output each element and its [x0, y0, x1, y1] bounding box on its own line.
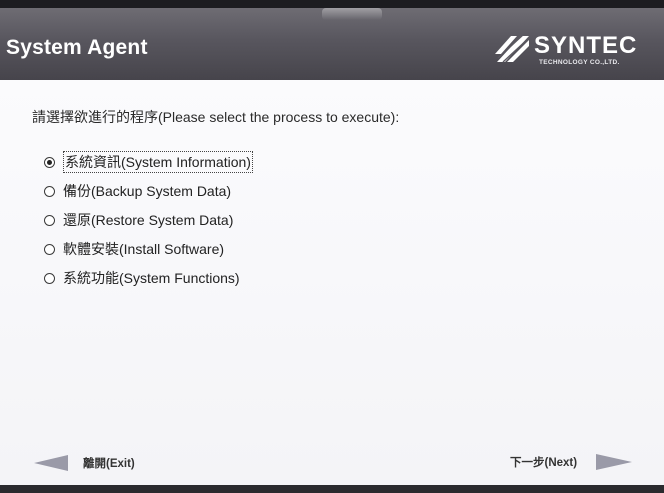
option-restore-system-data[interactable]: 還原(Restore System Data) [44, 212, 253, 228]
logo-wordmark: SYNTEC [534, 32, 638, 59]
radio-button[interactable] [44, 185, 55, 197]
title-bar: System Agent SYNTEC TECHNOLOGY CO.,LTD. [0, 8, 664, 80]
process-options: 系統資訊(System Information) 備份(Backup Syste… [44, 151, 253, 299]
option-system-functions[interactable]: 系統功能(System Functions) [44, 270, 253, 286]
main-panel: 請選擇欲進行的程序(Please select the process to e… [0, 80, 664, 485]
option-label: 還原(Restore System Data) [63, 212, 234, 228]
radio-button[interactable] [44, 214, 55, 226]
monitor-bezel: System Agent SYNTEC TECHNOLOGY CO.,LTD. … [0, 0, 664, 493]
arrow-right-icon [596, 454, 633, 470]
radio-button[interactable] [44, 243, 55, 255]
option-system-information[interactable]: 系統資訊(System Information) [44, 151, 253, 173]
option-backup-system-data[interactable]: 備份(Backup System Data) [44, 183, 253, 199]
logo-tagline: TECHNOLOGY CO.,LTD. [539, 59, 620, 66]
radio-button[interactable] [44, 272, 55, 284]
option-label: 系統功能(System Functions) [63, 270, 240, 286]
process-prompt: 請選擇欲進行的程序(Please select the process to e… [32, 109, 400, 125]
option-install-software[interactable]: 軟體安裝(Install Software) [44, 241, 253, 257]
app-window: System Agent SYNTEC TECHNOLOGY CO.,LTD. … [0, 8, 664, 485]
option-label: 備份(Backup System Data) [63, 183, 232, 199]
next-label: 下一步(Next) [510, 457, 578, 469]
arrow-left-icon [34, 455, 68, 471]
exit-button[interactable]: 離開(Exit) [34, 455, 135, 471]
screen-glare [322, 8, 382, 20]
syntec-logo: SYNTEC TECHNOLOGY CO.,LTD. [495, 32, 653, 72]
radio-button[interactable] [44, 156, 55, 168]
exit-label: 離開(Exit) [83, 458, 135, 470]
app-title: System Agent [6, 36, 148, 59]
option-label: 系統資訊(System Information) [63, 151, 253, 173]
next-button[interactable]: 下一步(Next) [510, 454, 633, 470]
option-label: 軟體安裝(Install Software) [63, 241, 225, 257]
syntec-logo-mark-icon [495, 33, 530, 63]
